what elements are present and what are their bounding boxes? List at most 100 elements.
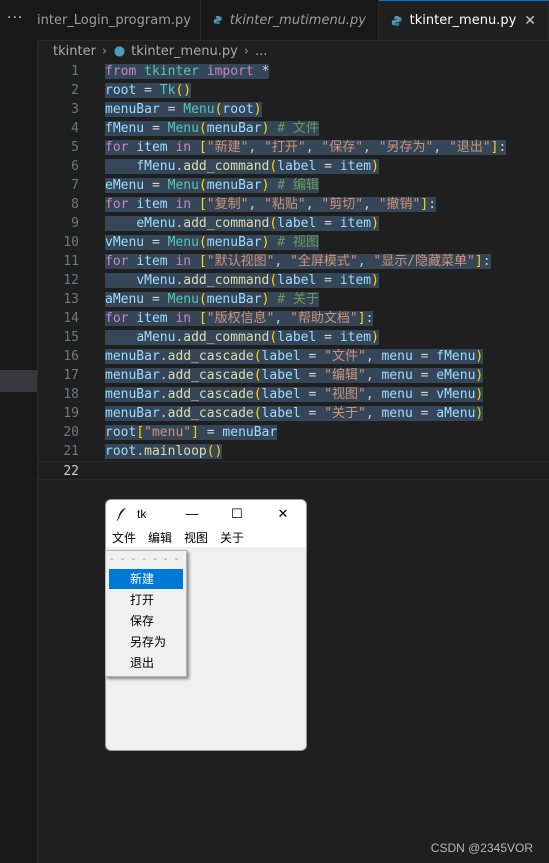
feather-icon	[116, 508, 126, 521]
line-number: 12	[63, 273, 79, 288]
line-number: 10	[63, 235, 79, 250]
code-text: fMenu = Menu(menuBar) # 文件	[105, 121, 319, 136]
menu-view[interactable]: 视图	[184, 529, 208, 547]
code-text: menuBar.add_cascade(label = "编辑", menu =…	[105, 368, 484, 383]
code-line[interactable]: 13 aMenu = Menu(menuBar) # 关于	[37, 290, 549, 309]
menu-edit[interactable]: 编辑	[148, 529, 172, 547]
code-text: eMenu = Menu(menuBar) # 编辑	[105, 178, 319, 193]
line-number: 4	[71, 121, 79, 136]
line-number: 9	[71, 216, 79, 231]
code-line[interactable]: 11 for item in ["默认视图", "全屏模式", "显示/隐藏菜单"…	[37, 252, 549, 271]
menu-item-open[interactable]: 打开	[109, 590, 183, 610]
line-number: 2	[71, 83, 79, 98]
close-tab-icon[interactable]: ✕	[524, 13, 536, 29]
code-text: menuBar.add_cascade(label = "关于", menu =…	[105, 406, 484, 421]
code-text: ····eMenu.add_command(label = item)	[105, 216, 379, 231]
line-number: 6	[71, 159, 79, 174]
python-file-icon	[391, 15, 402, 26]
line-number: 19	[63, 406, 79, 421]
code-text: vMenu = Menu(menuBar) # 视图	[105, 235, 319, 250]
code-line[interactable]: 2 root = Tk()	[37, 81, 549, 100]
tab-label: inter_Login_program.py	[37, 12, 191, 28]
code-line[interactable]: 18 menuBar.add_cascade(label = "视图", menu…	[37, 385, 549, 404]
explorer-selected-row	[0, 370, 37, 392]
code-line[interactable]: 7 eMenu = Menu(menuBar) # 编辑	[37, 176, 549, 195]
code-line[interactable]: 10 vMenu = Menu(menuBar) # 视图	[37, 233, 549, 252]
code-line[interactable]: 21 root.mainloop()	[37, 442, 549, 461]
line-number: 11	[63, 254, 79, 269]
breadcrumb-file[interactable]: tkinter_menu.py	[131, 44, 238, 59]
line-number: 7	[71, 178, 79, 193]
code-line[interactable]: 1 from tkinter import *	[37, 62, 549, 81]
tab-login-program[interactable]: inter_Login_program.py	[37, 0, 201, 40]
code-text: menuBar.add_cascade(label = "文件", menu =…	[105, 349, 484, 364]
line-number: 14	[63, 311, 79, 326]
maximize-icon[interactable]: ☐	[227, 505, 247, 523]
code-text: root["menu"] = menuBar	[105, 425, 278, 440]
editor-tabs: inter_Login_program.py tkinter_mutimenu.…	[37, 0, 549, 41]
code-line-current[interactable]: 22	[37, 461, 549, 480]
line-number: 3	[71, 102, 79, 117]
chevron-right-icon: ›	[101, 43, 108, 59]
code-text: root = Tk()	[105, 83, 192, 98]
code-line[interactable]: 19 menuBar.add_cascade(label = "关于", menu…	[37, 404, 549, 423]
python-file-icon	[114, 45, 125, 57]
code-text: menuBar.add_cascade(label = "视图", menu =…	[105, 387, 484, 402]
tab-mutimenu[interactable]: tkinter_mutimenu.py	[201, 0, 379, 40]
window-title: tk	[137, 507, 147, 521]
menu-about[interactable]: 关于	[220, 529, 244, 547]
code-text: aMenu = Menu(menuBar) # 关于	[105, 292, 319, 307]
tab-menu-active[interactable]: tkinter_menu.py ✕	[379, 0, 549, 40]
code-line[interactable]: 17 menuBar.add_cascade(label = "编辑", menu…	[37, 366, 549, 385]
code-line[interactable]: 16 menuBar.add_cascade(label = "文件", menu…	[37, 347, 549, 366]
line-number: 18	[63, 387, 79, 402]
chevron-right-icon: ›	[243, 43, 249, 59]
code-text: for item in ["新建", "打开", "保存", "另存为", "退…	[105, 140, 507, 155]
code-line[interactable]: 5 for item in ["新建", "打开", "保存", "另存为", "…	[37, 138, 549, 157]
breadcrumb-more[interactable]: ...	[255, 44, 267, 59]
close-icon[interactable]: ✕	[273, 505, 293, 523]
tk-menubar: 文件 编辑 视图 关于	[106, 529, 306, 547]
file-dropdown-menu: - - - - - - - - 新建 打开 保存 另存为 退出	[105, 550, 187, 677]
tk-titlebar[interactable]: tk — ☐ ✕	[106, 500, 306, 529]
line-number: 22	[63, 464, 79, 479]
menu-item-exit[interactable]: 退出	[109, 653, 183, 673]
menu-item-save[interactable]: 保存	[109, 611, 183, 631]
line-number: 17	[63, 368, 79, 383]
code-text: ····fMenu.add_command(label = item)	[105, 159, 379, 174]
activity-bar: ···	[0, 0, 38, 863]
code-line[interactable]: 9 ····eMenu.add_command(label = item)	[37, 214, 549, 233]
breadcrumb-folder[interactable]: tkinter	[53, 44, 96, 59]
line-number: 15	[63, 330, 79, 345]
menu-item-new[interactable]: 新建	[109, 569, 183, 589]
code-line[interactable]: 8 for item in ["复制", "粘贴", "剪切", "撤销"]:	[37, 195, 549, 214]
code-text: for item in ["版权信息", "帮助文档"]:	[105, 311, 374, 326]
tab-label: tkinter_menu.py	[409, 13, 517, 28]
menu-file[interactable]: 文件	[112, 529, 136, 547]
code-text: ····vMenu.add_command(label = item)	[105, 273, 379, 288]
code-line[interactable]: 20 root["menu"] = menuBar	[37, 423, 549, 442]
code-line[interactable]: 14 for item in ["版权信息", "帮助文档"]:	[37, 309, 549, 328]
code-text: from tkinter import *	[105, 64, 270, 79]
code-editor[interactable]: 1 from tkinter import * 2 root = Tk() 3 men…	[37, 62, 549, 480]
code-text: ····aMenu.add_command(label = item)	[105, 330, 379, 345]
line-number: 5	[71, 140, 79, 155]
code-line[interactable]: 6 ····fMenu.add_command(label = item)	[37, 157, 549, 176]
menu-item-save-as[interactable]: 另存为	[109, 632, 183, 652]
tab-label: tkinter_mutimenu.py	[229, 12, 366, 28]
code-line[interactable]: 12 ····vMenu.add_command(label = item)	[37, 271, 549, 290]
code-text: for item in ["默认视图", "全屏模式", "显示/隐藏菜单"]:	[105, 254, 491, 269]
code-line[interactable]: 15 ····aMenu.add_command(label = item)	[37, 328, 549, 347]
code-text: root.mainloop()	[105, 444, 223, 459]
line-number: 1	[71, 64, 79, 79]
breadcrumb: tkinter › tkinter_menu.py › ...	[53, 40, 267, 62]
minimize-icon[interactable]: —	[182, 505, 202, 523]
line-number: 20	[63, 425, 79, 440]
line-number: 13	[63, 292, 79, 307]
code-text: menuBar = Menu(root)	[105, 102, 262, 117]
code-line[interactable]: 3 menuBar = Menu(root)	[37, 100, 549, 119]
code-text: for item in ["复制", "粘贴", "剪切", "撤销"]:	[105, 197, 437, 212]
code-line[interactable]: 4 fMenu = Menu(menuBar) # 文件	[37, 119, 549, 138]
more-actions-icon[interactable]: ···	[7, 10, 23, 26]
python-file-icon	[213, 15, 223, 25]
